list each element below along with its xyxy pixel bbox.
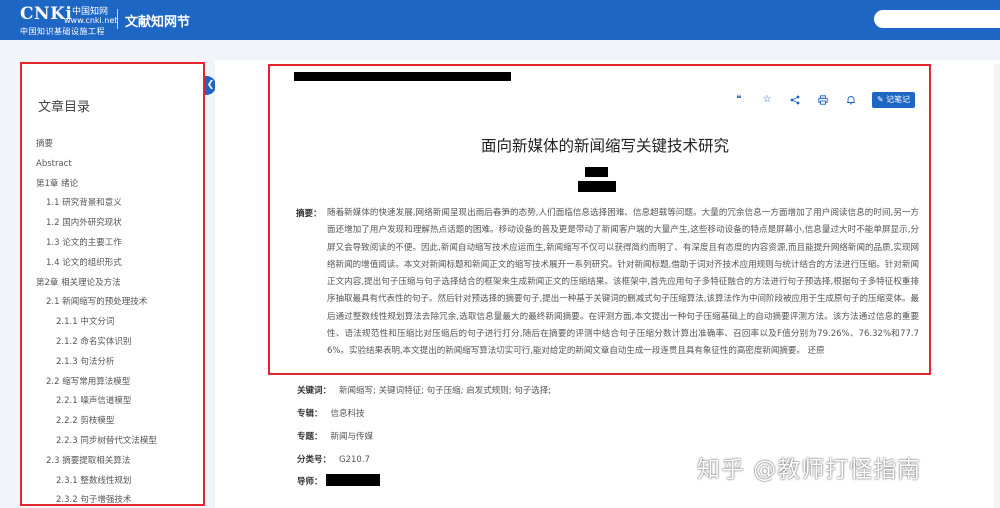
highlight-box [268, 64, 931, 375]
classification-value: G210.7 [339, 455, 370, 465]
toc-item[interactable]: 2.1 新闻缩写的预处理技术 [22, 293, 202, 313]
meta-label: 专辑： [297, 409, 323, 419]
toc-item[interactable]: 2.1.1 中文分词 [22, 313, 202, 333]
toc-title: 文章目录 [38, 100, 91, 115]
toc-item[interactable]: 2.1.3 句法分析 [22, 353, 202, 373]
logo-url-text: www.cnki.net [64, 16, 118, 25]
header-divider [117, 9, 118, 29]
meta-label: 分类号： [297, 455, 332, 465]
redacted-advisor-bar [326, 474, 380, 486]
cnki-logo[interactable]: CNKi 中国知网 www.cnki.net 中国知识基础设施工程 [20, 2, 118, 36]
top-header: CNKi 中国知网 www.cnki.net 中国知识基础设施工程 文献知网节 [0, 0, 1000, 40]
meta-label: 导师： [297, 477, 323, 487]
chevron-left-icon: ❮ [206, 80, 215, 90]
toc-item[interactable]: 2.3.1 整数线性规划 [22, 472, 202, 492]
album-value[interactable]: 信息科技 [331, 409, 365, 419]
toc-item[interactable]: 1.3 论文的主要工作 [22, 234, 202, 254]
topic-value[interactable]: 新闻与传媒 [331, 432, 374, 442]
meta-keywords: 关键词： 新闻缩写; 关键词特征; 句子压缩; 启发式规则; 句子选择; [297, 384, 551, 398]
toc-item[interactable]: 2.2.2 剪枝模型 [22, 412, 202, 432]
toc-item[interactable]: 2.2.3 同步树替代文法模型 [22, 432, 202, 452]
toc-item[interactable]: 1.1 研究背景和意义 [22, 194, 202, 214]
toc-item[interactable]: 2.2.1 噪声信道模型 [22, 392, 202, 412]
toc-item[interactable]: 1.2 国内外研究现状 [22, 214, 202, 234]
meta-classification: 分类号： G210.7 [297, 453, 370, 467]
search-input[interactable] [874, 10, 1000, 28]
keywords-value[interactable]: 新闻缩写; 关键词特征; 句子压缩; 启发式规则; 句子选择; [339, 386, 551, 396]
toc-item[interactable]: Abstract [22, 155, 202, 175]
meta-label: 关键词： [297, 386, 332, 396]
toc-item[interactable]: 摘要 [22, 135, 202, 155]
toc-sidebar: 文章目录 摘要 Abstract 第1章 绪论 1.1 研究背景和意义 1.2 … [20, 62, 205, 506]
toc-item[interactable]: 2.2 缩写常用算法模型 [22, 373, 202, 393]
toc-item[interactable]: 第2章 相关理论及方法 [22, 274, 202, 294]
toc-item[interactable]: 2.1.2 命名实体识别 [22, 333, 202, 353]
meta-advisor: 导师： [297, 475, 331, 489]
logo-subtitle: 中国知识基础设施工程 [20, 27, 105, 36]
toc-item[interactable]: 2.3.2 句子增强技术 [22, 491, 202, 504]
meta-topic: 专题： 新闻与传媒 [297, 430, 373, 444]
meta-label: 专题： [297, 432, 323, 442]
toc-list: 摘要 Abstract 第1章 绪论 1.1 研究背景和意义 1.2 国内外研究… [22, 135, 202, 504]
watermark: 知乎 @教师打怪指南 [697, 457, 922, 483]
toc-item[interactable]: 2.3 摘要提取相关算法 [22, 452, 202, 472]
toc-item[interactable]: 1.4 论文的组织形式 [22, 254, 202, 274]
toc-item[interactable]: 第1章 绪论 [22, 175, 202, 195]
site-name: 文献知网节 [125, 15, 191, 30]
page-scrollbar[interactable] [994, 64, 1000, 508]
meta-album: 专辑： 信息科技 [297, 407, 365, 421]
